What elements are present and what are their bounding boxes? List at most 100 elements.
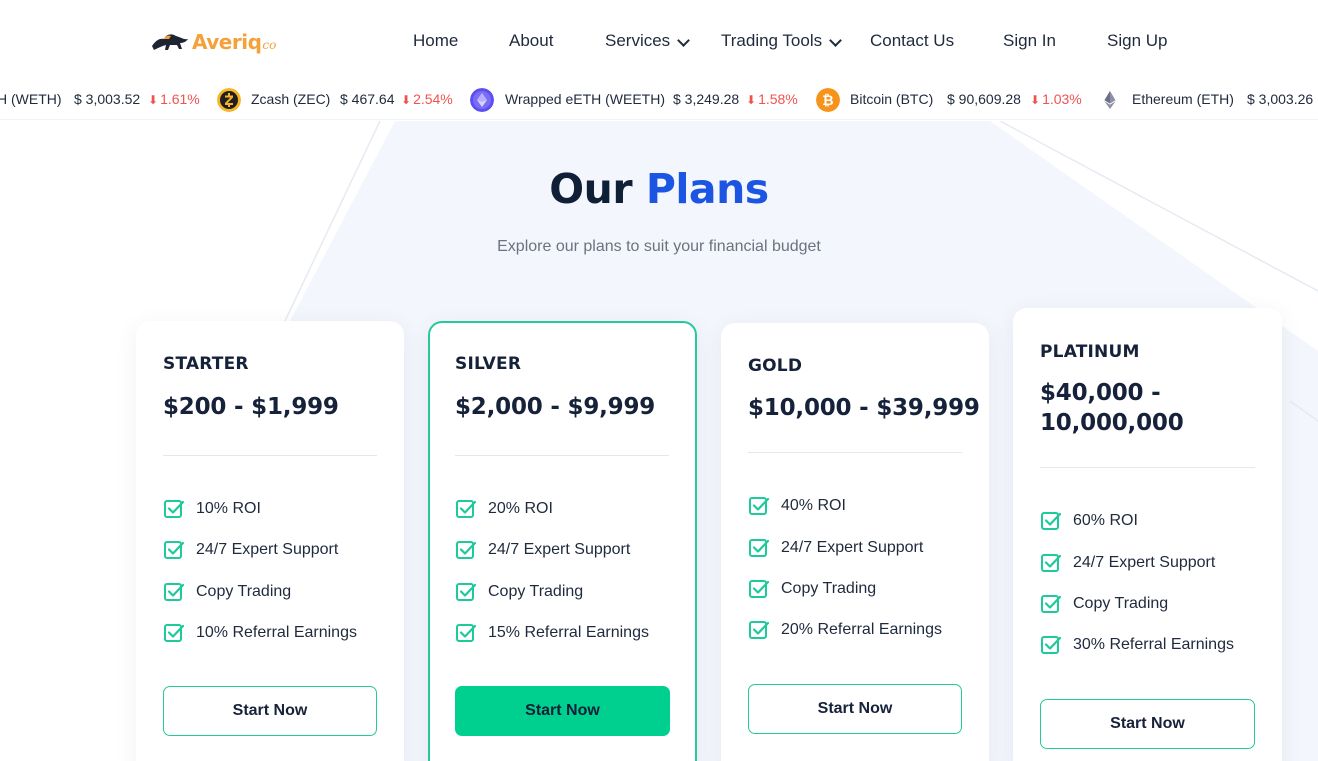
ticker-name: Ethereum (ETH) — [1132, 91, 1234, 107]
plan-feature-label: 20% Referral Earnings — [781, 621, 942, 638]
arrow-down-icon: ⬇ — [401, 93, 412, 107]
plan-price: $2,000 - $9,999 — [455, 394, 656, 420]
plan-feature-label: 60% ROI — [1073, 512, 1138, 529]
plan-feature: 20% ROI — [455, 498, 553, 520]
start-now-button[interactable]: Start Now — [748, 684, 962, 734]
ticker-change-value: 1.61% — [160, 91, 200, 107]
nav-about[interactable]: About — [509, 31, 553, 51]
plan-name: SILVER — [455, 354, 522, 374]
plan-card-gold: GOLD $10,000 - $39,999 40% ROI 24/7 Expe… — [721, 323, 989, 761]
plan-feature-label: Copy Trading — [781, 580, 877, 597]
plan-feature: 24/7 Expert Support — [748, 537, 923, 559]
check-icon — [1041, 636, 1062, 654]
nav-trading-tools[interactable]: Trading Tools — [721, 31, 842, 51]
section-title: Our Plans — [0, 165, 1318, 213]
check-icon — [456, 583, 477, 601]
ticker-price: $ 3,003.26 — [1247, 91, 1314, 107]
plan-price-line: 10,000,000 — [1040, 410, 1184, 436]
plan-card-starter: STARTER $200 - $1,999 10% ROI 24/7 Exper… — [136, 321, 404, 761]
ticker-name: Wrapped eETH (WEETH) — [505, 91, 665, 107]
nav-home-label: Home — [413, 31, 459, 50]
plan-name: GOLD — [748, 356, 803, 376]
plan-feature-label: 10% ROI — [196, 500, 261, 517]
weeth-icon — [470, 88, 494, 112]
brand-logo[interactable]: Averiq co — [150, 28, 276, 56]
plan-feature: 60% ROI — [1040, 510, 1138, 532]
ticker-price: $ 467.64 — [340, 91, 395, 107]
plan-feature: Copy Trading — [163, 581, 291, 603]
ticker-price: $ 3,003.52 — [74, 91, 141, 107]
ethereum-icon — [1104, 91, 1116, 109]
plan-feature-label: 10% Referral Earnings — [196, 624, 357, 641]
bitcoin-icon: ₿ — [816, 88, 840, 112]
check-icon — [1041, 554, 1062, 572]
ticker-change: ⬇ 2.54% — [401, 91, 453, 107]
ticker-change: ⬇ 1.03% — [1030, 91, 1082, 107]
check-icon — [164, 583, 185, 601]
check-icon — [749, 621, 770, 639]
check-icon — [456, 541, 477, 559]
plan-feature-label: 24/7 Expert Support — [488, 541, 631, 558]
start-now-button[interactable]: Start Now — [1040, 699, 1255, 749]
plan-name: PLATINUM — [1040, 342, 1140, 362]
ticker-change: ⬇ 1.58% — [746, 91, 798, 107]
ticker-price: $ 90,609.28 — [947, 91, 1021, 107]
plan-price: $10,000 - $39,999 — [748, 395, 980, 421]
nav-sign-up[interactable]: Sign Up — [1107, 31, 1167, 51]
nav-services-label: Services — [605, 31, 671, 50]
ticker-change-value: 2.54% — [413, 91, 453, 107]
plan-feature: 24/7 Expert Support — [1040, 552, 1215, 574]
check-icon — [456, 624, 477, 642]
plan-feature: 10% Referral Earnings — [163, 622, 357, 644]
start-now-button[interactable]: Start Now — [455, 686, 670, 736]
plan-feature-label: Copy Trading — [196, 583, 292, 600]
plan-card-silver: SILVER $2,000 - $9,999 20% ROI 24/7 Expe… — [428, 321, 697, 761]
plan-feature: 15% Referral Earnings — [455, 622, 649, 644]
ticker-name: Zcash (ZEC) — [251, 91, 331, 107]
check-icon — [749, 497, 770, 515]
plan-feature: 40% ROI — [748, 495, 846, 517]
plans-section: Our Plans Explore our plans to suit your… — [0, 121, 1318, 761]
section-subtitle: Explore our plans to suit your financial… — [497, 238, 821, 255]
crypto-ticker: H (WETH) $ 3,003.52 ⬇ 1.61% Zcash (ZEC) $… — [0, 80, 1318, 120]
nav-services[interactable]: Services — [605, 31, 691, 51]
plan-divider — [163, 455, 377, 456]
logo-text: Averiq — [192, 30, 262, 54]
plan-feature: 24/7 Expert Support — [163, 539, 338, 561]
plan-price: $40,000 - 10,000,000 — [1040, 378, 1184, 438]
start-now-button[interactable]: Start Now — [163, 686, 377, 736]
check-icon — [1041, 512, 1062, 530]
plan-feature-label: 40% ROI — [781, 497, 846, 514]
plan-feature: 30% Referral Earnings — [1040, 634, 1234, 656]
arrow-down-icon: ⬇ — [148, 93, 159, 107]
check-icon — [164, 541, 185, 559]
plan-feature-label: 20% ROI — [488, 500, 553, 517]
plan-feature: 24/7 Expert Support — [455, 539, 630, 561]
check-icon — [749, 539, 770, 557]
plan-feature: 20% Referral Earnings — [748, 619, 942, 641]
check-icon — [164, 624, 185, 642]
nav-trading-tools-label: Trading Tools — [721, 31, 823, 50]
check-icon — [749, 580, 770, 598]
nav-sign-in[interactable]: Sign In — [1003, 31, 1056, 51]
plan-price: $200 - $1,999 — [163, 394, 339, 420]
plan-feature-label: 30% Referral Earnings — [1073, 636, 1234, 653]
check-icon — [1041, 595, 1062, 613]
plan-feature: 10% ROI — [163, 498, 261, 520]
plan-feature: Copy Trading — [748, 578, 876, 600]
nav-home[interactable]: Home — [413, 31, 458, 51]
plan-feature: Copy Trading — [1040, 593, 1168, 615]
site-header: Averiq co Home About Services Trading To… — [0, 0, 1318, 80]
plan-feature-label: 15% Referral Earnings — [488, 624, 649, 641]
nav-about-label: About — [509, 31, 554, 50]
logo-suffix: co — [262, 38, 277, 52]
section-title-main: Our — [549, 165, 633, 213]
chevron-down-icon — [829, 33, 842, 47]
plan-feature: Copy Trading — [455, 581, 583, 603]
ticker-change-value: 1.58% — [758, 91, 798, 107]
check-icon — [456, 500, 477, 518]
zcash-icon — [217, 88, 241, 112]
nav-contact[interactable]: Contact Us — [870, 31, 954, 51]
plan-feature-label: Copy Trading — [488, 583, 584, 600]
ticker-name: H (WETH) — [0, 91, 62, 107]
